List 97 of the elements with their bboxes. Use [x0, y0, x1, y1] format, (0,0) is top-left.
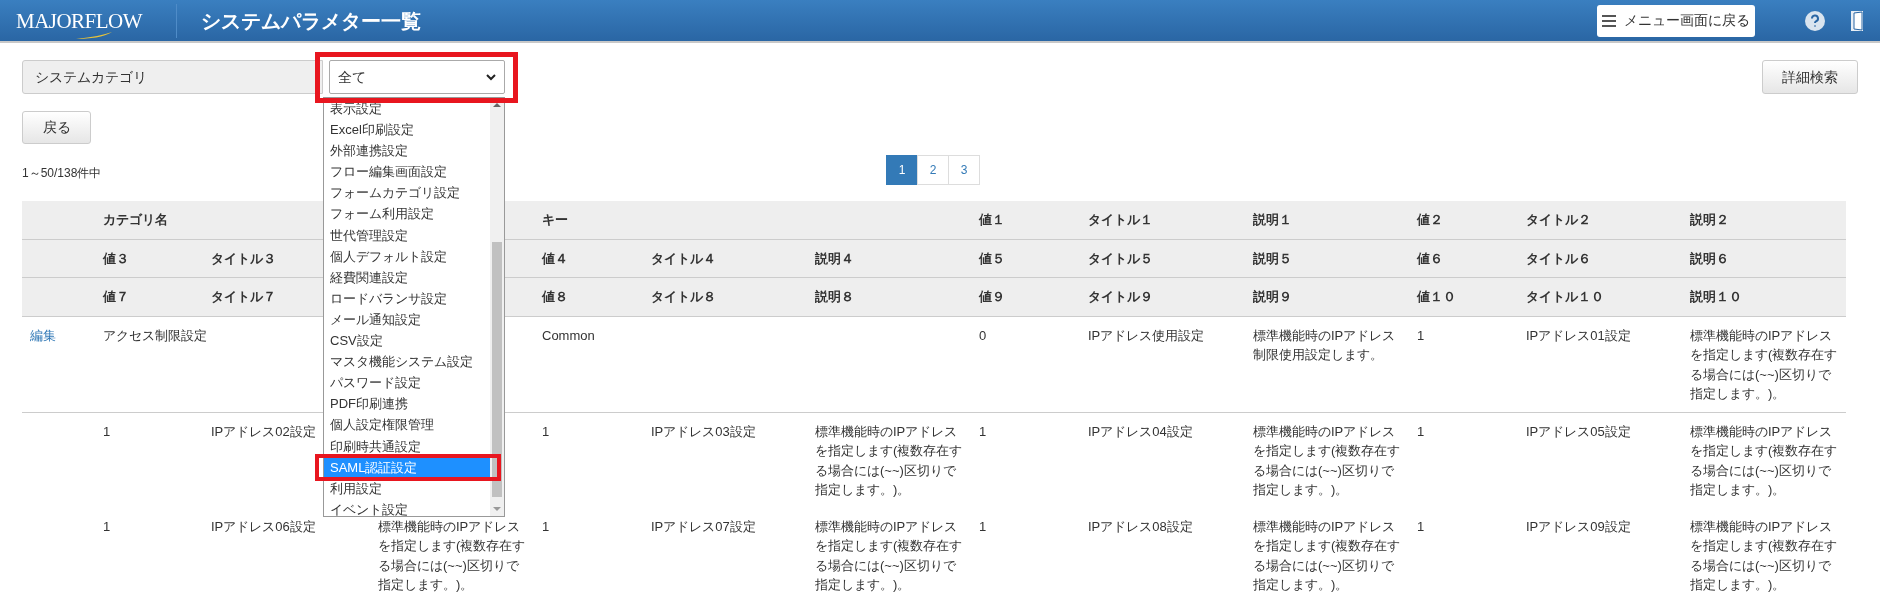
- column-header: タイトル９: [1088, 289, 1153, 304]
- table-cell: アクセス制限設定: [103, 327, 207, 343]
- column-header: キー: [542, 212, 568, 227]
- table-cell: 標準機能時のIPアドレスを指定します(複数存在する場合には(~~)区切りで指定します。)。: [815, 423, 963, 497]
- column-header: 値２: [1417, 212, 1443, 227]
- record-count: 1～50/138件中: [22, 165, 102, 182]
- column-header: 値５: [979, 250, 1005, 266]
- table-cell: 1: [103, 423, 111, 439]
- table-cell: IPアドレス02設定: [211, 423, 316, 439]
- page-title: システムパラメター一覧: [201, 8, 421, 34]
- table-cell: 1: [542, 518, 550, 534]
- scroll-thumb[interactable]: [492, 242, 502, 497]
- table-cell: IPアドレス05設定: [1526, 423, 1631, 439]
- dropdown-option[interactable]: 利用設定: [324, 477, 490, 499]
- menu-return-button[interactable]: メニュー画面に戻る: [1597, 4, 1755, 37]
- column-header: 説明６: [1690, 250, 1729, 266]
- column-header: 値３: [103, 250, 129, 266]
- column-header: 値９: [979, 289, 1005, 304]
- dropdown-option[interactable]: PDF印刷連携: [324, 393, 490, 415]
- column-header: 説明５: [1253, 250, 1292, 266]
- chevron-down-icon: [486, 73, 496, 81]
- column-header: タイトル２: [1526, 212, 1591, 227]
- dropdown-option[interactable]: 個人設定権限管理: [324, 414, 490, 436]
- table-cell: IPアドレス09設定: [1526, 518, 1631, 534]
- table-cell: 1: [542, 423, 550, 439]
- column-header: 説明１: [1253, 212, 1292, 227]
- column-header: タイトル６: [1526, 250, 1591, 266]
- dropdown-option[interactable]: 印刷時共通設定: [324, 435, 490, 457]
- table-cell: IPアドレス使用設定: [1088, 327, 1205, 343]
- column-header: 値６: [1417, 250, 1443, 266]
- dropdown-option[interactable]: イベント設定: [324, 498, 490, 516]
- column-header: タイトル３: [211, 250, 276, 266]
- page-link[interactable]: 1: [886, 155, 918, 185]
- dropdown-option[interactable]: フォームカテゴリ設定: [324, 182, 490, 204]
- dropdown-option[interactable]: 外部連携設定: [324, 140, 490, 162]
- dropdown-option[interactable]: マスタ機能システム設定: [324, 351, 490, 373]
- category-select[interactable]: 全て: [329, 60, 505, 94]
- table-cell: IPアドレス03設定: [651, 423, 756, 439]
- category-label-text: システムカテゴリ: [35, 67, 147, 87]
- dropdown-option[interactable]: ロードバランサ設定: [324, 287, 490, 309]
- table-cell: 1: [103, 518, 111, 534]
- column-header: 説明８: [815, 289, 854, 304]
- table-cell: 標準機能時のIPアドレスを指定します(複数存在する場合には(~~)区切りで指定します。)。: [1253, 518, 1401, 592]
- table-cell: 標準機能時のIPアドレスを指定します(複数存在する場合には(~~)区切りで指定します。)。: [815, 518, 963, 592]
- table-cell: 1: [1417, 518, 1425, 534]
- column-header: 値７: [103, 289, 129, 304]
- column-header: 値８: [542, 289, 568, 304]
- table-cell: 1: [1417, 423, 1425, 439]
- table-cell: 1: [979, 518, 987, 534]
- dropdown-option[interactable]: CSV設定: [324, 330, 490, 352]
- column-header: タイトル７: [211, 289, 276, 304]
- table-cell: IPアドレス07設定: [651, 518, 756, 534]
- column-header: 説明４: [815, 250, 854, 266]
- help-icon[interactable]: [1805, 10, 1825, 31]
- table-cell: IPアドレス08設定: [1088, 518, 1193, 534]
- column-header: カテゴリ名: [103, 212, 168, 227]
- menu-icon: [1602, 14, 1616, 27]
- table-cell: IPアドレス04設定: [1088, 423, 1193, 439]
- column-header: 値１０: [1417, 289, 1456, 304]
- column-header: タイトル５: [1088, 250, 1153, 266]
- dropdown-option[interactable]: メール通知設定: [324, 308, 490, 331]
- table-cell: Common: [542, 327, 595, 343]
- column-header: 説明２: [1690, 212, 1729, 227]
- column-header: 説明９: [1253, 289, 1292, 304]
- column-header: 値４: [542, 250, 568, 266]
- table-cell: IPアドレス06設定: [211, 518, 316, 534]
- page-link[interactable]: 3: [948, 155, 980, 185]
- dropdown-option[interactable]: パスワード設定: [324, 372, 490, 394]
- dropdown-option[interactable]: 個人デフォルト設定: [324, 245, 490, 267]
- dropdown-option[interactable]: フロー編集画面設定: [324, 161, 490, 183]
- column-header: タイトル１０: [1526, 289, 1604, 304]
- table-cell: 標準機能時のIPアドレスを指定します(複数存在する場合には(~~)区切りで指定します。)。: [1690, 518, 1838, 592]
- table-cell: 標準機能時のIPアドレスを指定します(複数存在する場合には(~~)区切りで指定します。)。: [378, 518, 526, 592]
- dropdown-option[interactable]: 経費関連設定: [324, 266, 490, 288]
- back-button[interactable]: 戻る: [22, 111, 91, 144]
- logo: MAJORFLOW: [16, 9, 142, 32]
- table-cell: 1: [979, 423, 987, 439]
- column-header: タイトル８: [651, 289, 716, 304]
- exit-door-icon[interactable]: [1850, 9, 1864, 32]
- dropdown-option[interactable]: フォーム利用設定: [324, 203, 490, 225]
- column-header: タイトル１: [1088, 212, 1153, 227]
- dropdown-option[interactable]: 世代管理設定: [324, 224, 490, 246]
- table-cell: 標準機能時のIPアドレスを指定します(複数存在する場合には(~~)区切りで指定します。)。: [1253, 423, 1401, 497]
- table-cell: 標準機能時のIPアドレス制限使用設定します。: [1253, 327, 1396, 362]
- column-header: 説明１０: [1690, 289, 1742, 304]
- table-cell: 標準機能時のIPアドレスを指定します(複数存在する場合には(~~)区切りで指定します。)。: [1690, 327, 1838, 401]
- edit-link[interactable]: 編集: [30, 327, 56, 343]
- dropdown-option[interactable]: Excel印刷設定: [324, 119, 490, 141]
- table-cell: 0: [979, 327, 987, 343]
- page-link[interactable]: 2: [917, 155, 949, 185]
- detail-search-button[interactable]: 詳細検索: [1762, 60, 1858, 94]
- column-header: 値１: [979, 212, 1005, 227]
- column-header: タイトル４: [651, 250, 716, 266]
- table-cell: 標準機能時のIPアドレスを指定します(複数存在する場合には(~~)区切りで指定します。)。: [1690, 423, 1838, 497]
- table-cell: 1: [1417, 327, 1425, 343]
- table-cell: IPアドレス01設定: [1526, 327, 1631, 343]
- dropdown-option[interactable]: 表示設定: [324, 98, 490, 120]
